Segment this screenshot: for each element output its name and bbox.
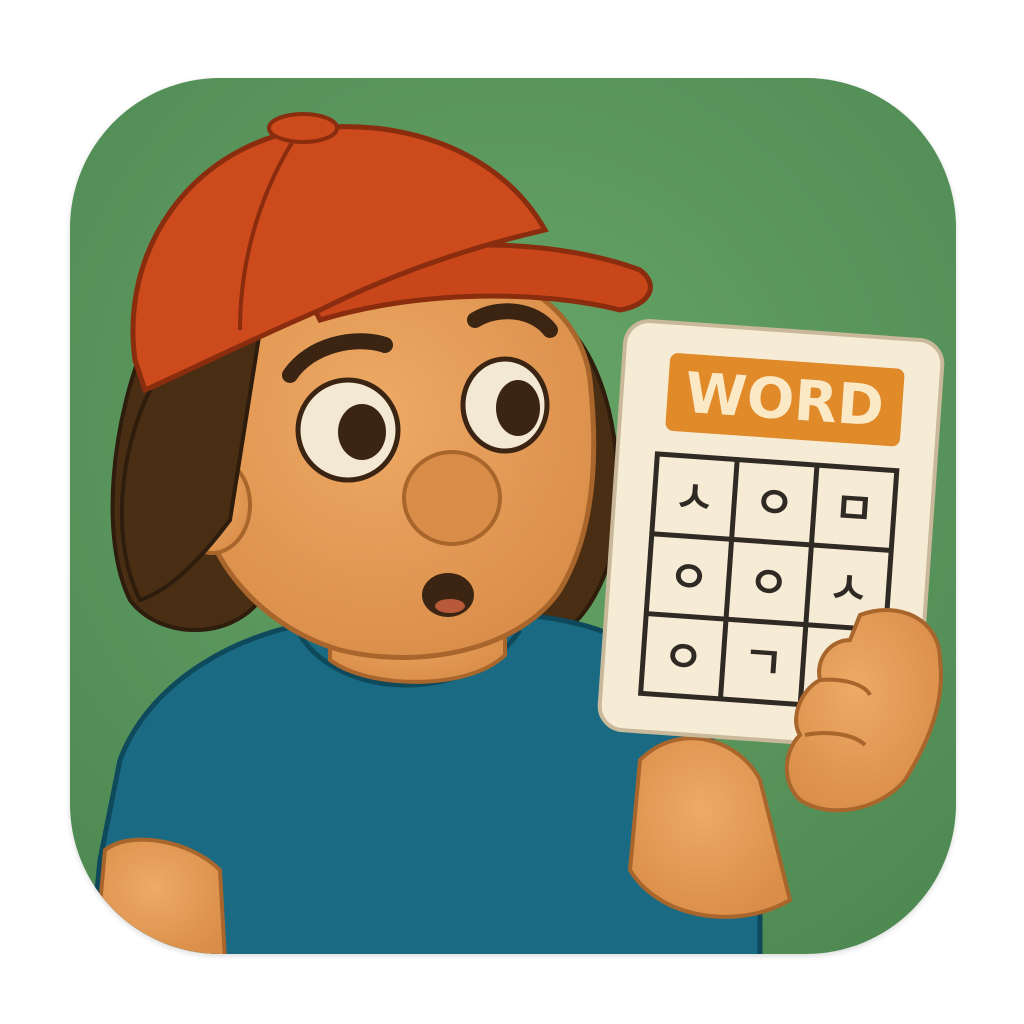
- left-arm: [92, 837, 228, 954]
- card-title: WORD: [683, 361, 886, 440]
- grid-cell-r3c2: ㄱ: [741, 636, 785, 690]
- app-icon-canvas: WORD ㅅ ㅇ ㅁ ㅇ ㅇ ㅅ ㅇ ㄱ: [0, 0, 1024, 1024]
- tongue: [435, 599, 465, 613]
- left-pupil: [338, 404, 386, 460]
- cap-button: [267, 112, 339, 144]
- grid-cell-r1c2: ㅇ: [752, 477, 796, 531]
- grid-cell-r3c1: ㅇ: [661, 631, 705, 685]
- grid-cell-r2c2: ㅇ: [747, 557, 791, 611]
- nose: [402, 450, 502, 546]
- grid-cell-r1c1: ㅅ: [672, 471, 716, 525]
- grid-cell-r2c3: ㅅ: [826, 562, 870, 616]
- grid-cell-r1c3: ㅁ: [832, 482, 876, 536]
- right-pupil: [496, 380, 540, 436]
- app-icon-illustration: WORD ㅅ ㅇ ㅁ ㅇ ㅇ ㅅ ㅇ ㄱ: [70, 78, 956, 954]
- grid-cell-r2c1: ㅇ: [667, 551, 711, 605]
